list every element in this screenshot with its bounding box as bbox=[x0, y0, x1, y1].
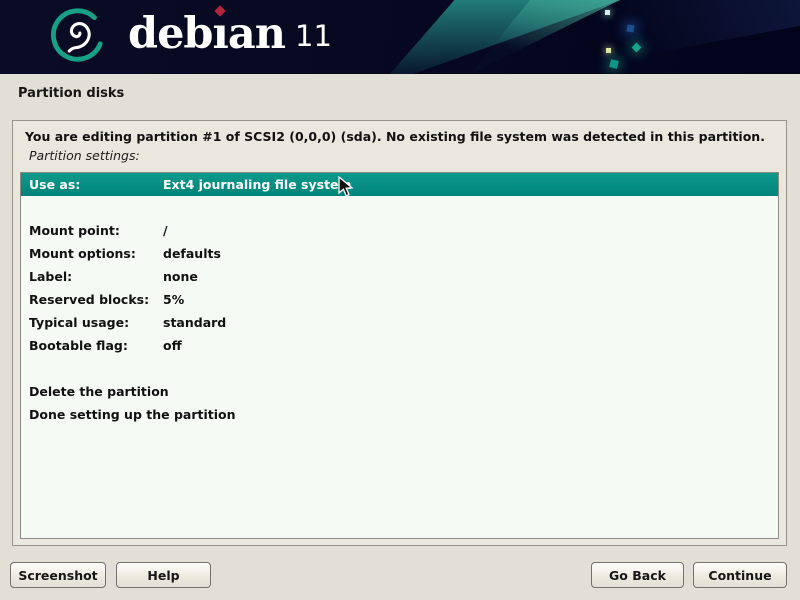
debian-wordmark: debıan bbox=[128, 10, 285, 58]
settings-row-done-setting-up[interactable]: Done setting up the partition bbox=[21, 403, 778, 426]
banner-teal-square bbox=[609, 59, 619, 69]
mouse-cursor bbox=[338, 176, 356, 198]
settings-row-typical-usage[interactable]: Typical usage: standard bbox=[21, 311, 778, 334]
settings-row-use-as[interactable]: Use as: Ext4 journaling file system bbox=[21, 173, 778, 196]
banner-white-square bbox=[605, 10, 610, 15]
row-label: Label: bbox=[29, 269, 163, 284]
screenshot-button[interactable]: Screenshot bbox=[10, 562, 106, 588]
partition-settings-label: Partition settings: bbox=[29, 148, 140, 163]
row-label: Typical usage: bbox=[29, 315, 163, 330]
row-label: Use as: bbox=[29, 177, 163, 192]
row-label: Bootable flag: bbox=[29, 338, 163, 353]
banner-blue-square bbox=[626, 24, 634, 32]
row-value: off bbox=[163, 338, 182, 353]
row-label: Mount point: bbox=[29, 223, 163, 238]
settings-row-delete-partition[interactable]: Delete the partition bbox=[21, 380, 778, 403]
row-label: Mount options: bbox=[29, 246, 163, 261]
row-label: Done setting up the partition bbox=[29, 407, 236, 422]
row-value: none bbox=[163, 269, 198, 284]
settings-row-label[interactable]: Label: none bbox=[21, 265, 778, 288]
row-value: 5% bbox=[163, 292, 184, 307]
row-value: defaults bbox=[163, 246, 221, 261]
info-message: You are editing partition #1 of SCSI2 (0… bbox=[25, 129, 776, 144]
row-value: / bbox=[163, 223, 168, 238]
content-box: You are editing partition #1 of SCSI2 (0… bbox=[12, 120, 787, 546]
continue-button[interactable]: Continue bbox=[693, 562, 787, 588]
settings-row-mount-options[interactable]: Mount options: defaults bbox=[21, 242, 778, 265]
debian-swirl-icon bbox=[46, 5, 108, 67]
settings-row-mount-point[interactable]: Mount point: / bbox=[21, 219, 778, 242]
settings-row-reserved-blocks[interactable]: Reserved blocks: 5% bbox=[21, 288, 778, 311]
row-label: Delete the partition bbox=[29, 384, 169, 399]
go-back-button[interactable]: Go Back bbox=[591, 562, 684, 588]
banner-yellow-square bbox=[606, 48, 611, 53]
page-title: Partition disks bbox=[18, 86, 124, 101]
row-label: Reserved blocks: bbox=[29, 292, 163, 307]
help-button[interactable]: Help bbox=[116, 562, 211, 588]
row-value: Ext4 journaling file system bbox=[163, 177, 352, 192]
settings-row-bootable-flag[interactable]: Bootable flag: off bbox=[21, 334, 778, 357]
row-value: standard bbox=[163, 315, 226, 330]
partition-settings-list: Use as: Ext4 journaling file system Moun… bbox=[20, 172, 779, 539]
settings-row-spacer bbox=[21, 196, 778, 219]
debian-version: 11 bbox=[295, 19, 332, 53]
debian-banner: debıan 11 bbox=[0, 0, 800, 74]
settings-row-spacer bbox=[21, 357, 778, 380]
